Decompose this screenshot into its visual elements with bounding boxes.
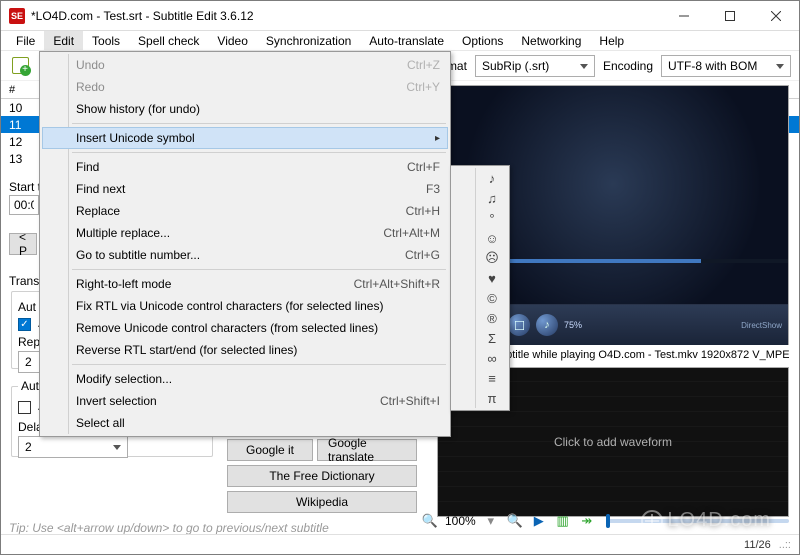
unicode-symbol-item[interactable]: ☹	[453, 248, 507, 268]
maximize-button[interactable]	[707, 1, 753, 30]
zoom-out-icon[interactable]: 🔍	[421, 512, 439, 530]
menu-edit[interactable]: Edit	[44, 31, 83, 50]
menu-item: UndoCtrl+Z	[42, 54, 448, 76]
google-translate-button[interactable]: Google translate	[317, 439, 417, 461]
unicode-symbol-item[interactable]: °	[453, 208, 507, 228]
delay-select[interactable]: 2	[18, 436, 128, 458]
unicode-symbol-item[interactable]: ∞	[453, 348, 507, 368]
edit-menu-dropdown: UndoCtrl+ZRedoCtrl+YShow history (for un…	[39, 51, 451, 437]
menu-item[interactable]: Select all	[42, 412, 448, 434]
status-position: 11/26	[744, 539, 771, 551]
encoding-value: UTF-8 with BOM	[668, 59, 757, 73]
menu-item[interactable]: Right-to-left modeCtrl+Alt+Shift+R	[42, 273, 448, 295]
menu-video[interactable]: Video	[208, 31, 256, 50]
menu-item[interactable]: Remove Unicode control characters (from …	[42, 317, 448, 339]
grid-col-index[interactable]: #	[9, 84, 39, 96]
unicode-submenu: ♪♫°☺☹♥©®Σ∞≡π	[450, 165, 510, 411]
unicode-symbol-item[interactable]: π	[453, 388, 507, 408]
prev-button[interactable]: < P	[9, 233, 37, 255]
format-select[interactable]: SubRip (.srt)	[475, 55, 595, 77]
close-button[interactable]	[753, 1, 799, 30]
timeline-icon-1[interactable]: ▥	[554, 512, 572, 530]
unicode-symbol-item[interactable]: ♥	[453, 268, 507, 288]
zoom-in-icon[interactable]: 🔍	[506, 512, 524, 530]
play-timeline-icon[interactable]: ▶	[530, 512, 548, 530]
google-it-button[interactable]: Google it	[227, 439, 313, 461]
menu-item: RedoCtrl+Y	[42, 76, 448, 98]
menu-item[interactable]: Modify selection...	[42, 368, 448, 390]
unicode-symbol-item[interactable]: ☺	[453, 228, 507, 248]
status-bar: 11/26 ..::	[1, 534, 799, 554]
auto-continue-checkbox[interactable]	[18, 401, 31, 414]
menu-item[interactable]: Show history (for undo)	[42, 98, 448, 120]
menu-item[interactable]: Reverse RTL start/end (for selected line…	[42, 339, 448, 361]
unicode-symbol-item[interactable]: ©	[453, 288, 507, 308]
menu-options[interactable]: Options	[453, 31, 512, 50]
timeline-icon-2[interactable]: ↠	[578, 512, 596, 530]
waveform-placeholder: Click to add waveform	[554, 435, 672, 449]
menu-item[interactable]: FindCtrl+F	[42, 156, 448, 178]
unicode-symbol-item[interactable]: ♫	[453, 188, 507, 208]
fullscreen-button[interactable]	[508, 314, 530, 336]
menu-item[interactable]: Invert selectionCtrl+Shift+I	[42, 390, 448, 412]
free-dictionary-button[interactable]: The Free Dictionary	[227, 465, 417, 487]
unicode-symbol-item[interactable]: ®	[453, 308, 507, 328]
encoding-label: Encoding	[603, 59, 653, 73]
app-icon: SE	[9, 8, 25, 24]
menubar: File Edit Tools Spell check Video Synchr…	[1, 31, 799, 51]
menu-spellcheck[interactable]: Spell check	[129, 31, 208, 50]
timeline-controls: 🔍 100% ▾ 🔍 ▶ ▥ ↠	[421, 510, 789, 532]
unicode-symbol-item[interactable]: ♪	[453, 168, 507, 188]
menu-item[interactable]: Multiple replace...Ctrl+Alt+M	[42, 222, 448, 244]
menu-file[interactable]: File	[7, 31, 44, 50]
minimize-button[interactable]	[661, 1, 707, 30]
video-source-text: DirectShow	[741, 321, 782, 330]
menu-item[interactable]: Find nextF3	[42, 178, 448, 200]
wikipedia-button[interactable]: Wikipedia	[227, 491, 417, 513]
mute-button[interactable]: ♪	[536, 314, 558, 336]
menu-tools[interactable]: Tools	[83, 31, 129, 50]
zoom-value: 100%	[445, 514, 476, 528]
menu-networking[interactable]: Networking	[512, 31, 590, 50]
video-progress-text: 75%	[564, 320, 582, 330]
new-file-icon	[12, 57, 29, 74]
new-file-button[interactable]	[9, 55, 31, 77]
menu-synchronization[interactable]: Synchronization	[257, 31, 360, 50]
menu-item[interactable]: Fix RTL via Unicode control characters (…	[42, 295, 448, 317]
titlebar: SE *LO4D.com - Test.srt - Subtitle Edit …	[1, 1, 799, 31]
menu-item[interactable]: Go to subtitle number...Ctrl+G	[42, 244, 448, 266]
window-title: *LO4D.com - Test.srt - Subtitle Edit 3.6…	[31, 9, 661, 23]
unicode-symbol-item[interactable]: Σ	[453, 328, 507, 348]
auto-repeat-checkbox[interactable]: ✓	[18, 318, 31, 331]
menu-item[interactable]: ReplaceCtrl+H	[42, 200, 448, 222]
start-time-input[interactable]	[9, 195, 39, 215]
menu-item[interactable]: Insert Unicode symbol▸	[42, 127, 448, 149]
timeline-slider[interactable]	[606, 519, 789, 523]
submenu-arrow-icon: ▸	[435, 133, 440, 144]
zoom-dropdown-icon[interactable]: ▾	[482, 512, 500, 530]
tip-text: Tip: Use <alt+arrow up/down> to go to pr…	[9, 521, 329, 535]
format-value: SubRip (.srt)	[482, 59, 549, 73]
translate-header: Transl	[9, 274, 42, 288]
unicode-symbol-item[interactable]: ≡	[453, 368, 507, 388]
encoding-select[interactable]: UTF-8 with BOM	[661, 55, 791, 77]
menu-autotranslate[interactable]: Auto-translate	[360, 31, 453, 50]
menu-help[interactable]: Help	[590, 31, 633, 50]
